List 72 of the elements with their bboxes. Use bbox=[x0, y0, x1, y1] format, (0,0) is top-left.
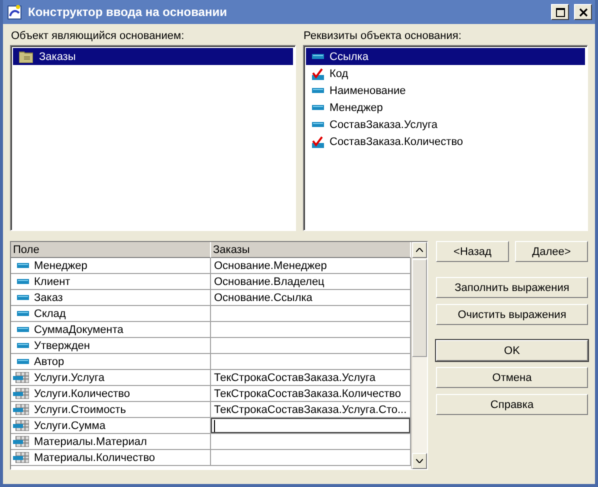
expression-cell[interactable] bbox=[211, 434, 411, 450]
column-header[interactable]: Поле bbox=[11, 242, 211, 258]
table-icon bbox=[13, 452, 29, 463]
expression-cell[interactable]: Основание.Владелец bbox=[211, 274, 411, 290]
list-item[interactable]: Наименование bbox=[306, 82, 585, 99]
expression-cell[interactable]: ТекСтрокаСоставЗаказа.Количество bbox=[211, 386, 411, 402]
list-item[interactable]: СоставЗаказа.Количество bbox=[306, 133, 585, 150]
field-name: Клиент bbox=[34, 276, 70, 288]
field-name: Услуги.Услуга bbox=[34, 372, 104, 384]
expression-cell[interactable] bbox=[211, 338, 411, 354]
field-name: Услуги.Стоимость bbox=[34, 404, 126, 416]
next-button[interactable]: Далее> bbox=[515, 241, 588, 262]
expression-cell[interactable]: ТекСтрокаСоставЗаказа.Услуга bbox=[211, 370, 411, 386]
close-button[interactable] bbox=[574, 4, 592, 20]
field-icon bbox=[17, 359, 29, 364]
list-item[interactable]: Заказы bbox=[13, 48, 292, 65]
close-icon bbox=[578, 8, 588, 16]
dialog-button[interactable]: Справка bbox=[436, 394, 588, 415]
window-title: Конструктор ввода на основании bbox=[28, 5, 228, 19]
table-icon bbox=[13, 420, 29, 431]
table-icon bbox=[13, 372, 29, 383]
field-name: Материалы.Материал bbox=[34, 436, 147, 448]
field-name: Услуги.Сумма bbox=[34, 420, 106, 432]
fill-expressions-button[interactable]: Заполнить выражения bbox=[436, 277, 588, 298]
checked-field-icon bbox=[312, 68, 324, 80]
wizard-icon bbox=[7, 4, 23, 20]
field-name: Утвержден bbox=[34, 340, 90, 352]
field-name: Услуги.Количество bbox=[34, 388, 130, 400]
field-icon bbox=[17, 279, 29, 284]
list-item[interactable]: СоставЗаказа.Услуга bbox=[306, 116, 585, 133]
clear-expressions-button[interactable]: Очистить выражения bbox=[436, 304, 588, 325]
field-name: Автор bbox=[34, 356, 64, 368]
list-item[interactable]: Ссылка bbox=[306, 48, 585, 65]
expression-cell[interactable] bbox=[211, 450, 411, 466]
field-icon bbox=[17, 327, 29, 332]
expression-cell[interactable] bbox=[211, 322, 411, 338]
field-icon bbox=[17, 311, 29, 316]
table-icon bbox=[13, 388, 29, 399]
list-item[interactable]: Менеджер bbox=[306, 99, 585, 116]
field-name: Менеджер bbox=[34, 260, 88, 272]
text-caret bbox=[214, 420, 215, 432]
field-icon bbox=[312, 54, 324, 59]
field-name: Склад bbox=[34, 308, 66, 320]
field-name: Заказ bbox=[34, 292, 63, 304]
expression-cell[interactable] bbox=[211, 306, 411, 322]
field-icon bbox=[312, 122, 324, 127]
column-header[interactable]: Заказы bbox=[211, 242, 411, 258]
table-icon bbox=[13, 404, 29, 415]
field-icon bbox=[312, 105, 324, 110]
field-name: СуммаДокумента bbox=[34, 324, 124, 336]
field-name: Материалы.Количество bbox=[34, 452, 156, 464]
scrollbar[interactable] bbox=[411, 242, 427, 469]
maximize-button[interactable] bbox=[551, 4, 569, 20]
table-icon bbox=[13, 436, 29, 447]
expression-cell[interactable]: ТекСтрокаСоставЗаказа.Услуга.Сто... bbox=[211, 402, 411, 418]
expression-cell[interactable] bbox=[211, 354, 411, 370]
dialog-button[interactable]: OK bbox=[436, 340, 588, 361]
maximize-icon bbox=[556, 8, 564, 16]
field-icon bbox=[17, 343, 29, 348]
field-icon bbox=[17, 263, 29, 268]
list-label: Объект являющийся основанием: bbox=[10, 30, 186, 42]
checked-field-icon bbox=[312, 136, 324, 148]
expression-cell[interactable] bbox=[211, 418, 411, 434]
field-icon bbox=[312, 88, 324, 93]
field-icon bbox=[17, 295, 29, 300]
expression-cell[interactable]: Основание.Менеджер bbox=[211, 258, 411, 274]
list-label: Реквизиты объекта основания: bbox=[302, 30, 462, 42]
dialog-button[interactable]: Отмена bbox=[436, 367, 588, 388]
back-button[interactable]: <Назад bbox=[436, 241, 509, 262]
list-item[interactable]: Код bbox=[306, 65, 585, 82]
expression-cell[interactable]: Основание.Ссылка bbox=[211, 290, 411, 306]
folder-icon bbox=[19, 50, 33, 62]
